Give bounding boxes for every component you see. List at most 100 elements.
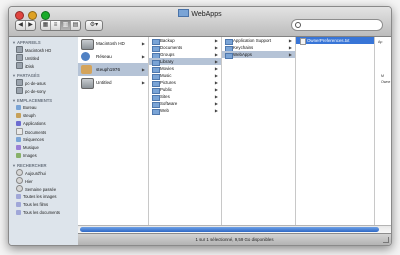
column-2: Backup ▶ Documents ▶ Groups ▶ Library ▶ Movies ▶ M… [149, 37, 222, 245]
column-item-label: Movies [160, 66, 174, 71]
volume-item[interactable]: Réseau ▶ [78, 50, 148, 63]
sidebar-item[interactable]: Tous les films [16, 201, 78, 209]
sidebar-item[interactable]: iDisk [16, 62, 78, 70]
clock-icon [16, 169, 23, 176]
home-icon [16, 113, 21, 118]
column-item[interactable]: OwnerPreferences.txt [296, 37, 374, 45]
back-button[interactable]: ◀ [16, 21, 26, 30]
sidebar-item-label: Aujourd'hui [25, 171, 46, 176]
column-item[interactable]: Application Support ▶ [222, 37, 295, 45]
disclosure-triangle-icon[interactable]: ▼ [12, 98, 16, 103]
search-field[interactable] [291, 19, 383, 31]
sidebar-item[interactable]: Applications [16, 120, 78, 128]
view-icon-button[interactable]: ▦ [41, 21, 51, 30]
chevron-right-icon: ▶ [214, 59, 218, 64]
sidebar-section-header[interactable]: ▼Appareils [12, 40, 78, 45]
volume-item[interactable]: steuph1976 ▶ [78, 63, 148, 76]
column-3: Application Support ▶ Keychains ▶ WebApps ▶ [222, 37, 296, 245]
chevron-right-icon: ▶ [141, 80, 145, 85]
sidebar-item[interactable]: Toutes les images [16, 193, 78, 201]
sidebar-item[interactable]: Documents [16, 128, 78, 136]
sidebar-item[interactable]: Tous les documents [16, 209, 78, 217]
view-column-button[interactable]: ▥ [61, 21, 71, 30]
chevron-right-icon: ▶ [141, 54, 145, 59]
sidebar-item-label: Musique [23, 145, 39, 150]
sidebar-item[interactable]: Hier [16, 177, 78, 185]
action-menu-button[interactable]: ⚙▾ [85, 20, 103, 31]
sidebar-item[interactable]: Macintosh HD [16, 46, 78, 54]
column-item[interactable]: Library ▶ [149, 58, 221, 66]
window-title-text: WebApps [191, 11, 222, 18]
volume-item[interactable]: Macintosh HD ▶ [78, 37, 148, 50]
sidebar-item-label: steuph [23, 113, 36, 118]
sidebar-item-label: Tous les films [23, 202, 49, 207]
sidebar-item[interactable]: Séquences [16, 136, 78, 144]
column-item[interactable]: Sites ▶ [149, 93, 221, 101]
column-item-label: Groups [160, 52, 175, 57]
column-item[interactable]: Software ▶ [149, 100, 221, 108]
disclosure-triangle-icon[interactable]: ▼ [12, 163, 16, 168]
smart-folder-icon [16, 194, 21, 199]
sidebar-item-label: Macintosh HD [25, 48, 52, 53]
computer-icon [16, 79, 23, 86]
column-item-label: Macintosh HD [96, 41, 125, 46]
toolbar: ◀ ▶ ▦ ≡ ▥ ▤ ⚙▾ [15, 20, 103, 31]
sidebar-section-title: Rechercher [16, 163, 47, 168]
column-item[interactable]: Pictures ▶ [149, 79, 221, 87]
sidebar-item[interactable]: pc-de-asus [16, 79, 78, 87]
hd-icon [81, 39, 94, 50]
column-item[interactable]: Backup ▶ [149, 37, 221, 45]
home-icon [81, 65, 92, 74]
sidebar-section-header[interactable]: ▼Emplacements [12, 98, 78, 103]
hd-icon [81, 78, 94, 89]
disclosure-triangle-icon[interactable]: ▼ [12, 40, 16, 45]
column-item[interactable]: Keychains ▶ [222, 44, 295, 52]
sidebar-item[interactable]: Aujourd'hui [16, 169, 78, 177]
hd-icon [16, 46, 23, 53]
chevron-right-icon: ▶ [288, 52, 292, 57]
sidebar-section-title: Emplacements [16, 98, 53, 103]
search-input[interactable] [302, 21, 378, 29]
preview-text: Ap [378, 40, 383, 44]
disclosure-triangle-icon[interactable]: ▼ [12, 73, 16, 78]
sidebar-item[interactable]: steuph [16, 112, 78, 120]
column-item[interactable]: Documents ▶ [149, 44, 221, 52]
column-item[interactable]: Web ▶ [149, 107, 221, 115]
clock-icon [16, 185, 23, 192]
sidebar: ▼Appareils Macintosh HD Untitled iDisk ▼Part… [9, 37, 79, 245]
chevron-right-icon: ▶ [214, 80, 218, 85]
sidebar-section-header[interactable]: ▼Partagés [12, 73, 78, 78]
column-item[interactable]: WebApps ▶ [222, 51, 295, 59]
computer-icon [16, 87, 23, 94]
column-item[interactable]: Public ▶ [149, 86, 221, 94]
sidebar-item[interactable]: Untitled [16, 54, 78, 62]
resize-grip-icon[interactable] [383, 237, 389, 243]
movies-icon [16, 137, 21, 142]
view-cover-button[interactable]: ▤ [71, 21, 80, 30]
sidebar-section-header[interactable]: ▼Rechercher [12, 163, 78, 168]
forward-button[interactable]: ▶ [26, 21, 35, 30]
sidebar-item[interactable]: pc-de-sony [16, 87, 78, 95]
column-item[interactable]: Groups ▶ [149, 51, 221, 59]
column-item[interactable]: Music ▶ [149, 72, 221, 80]
preview-pane: Ap M Owne [375, 37, 391, 245]
preview-text: Owne [381, 80, 391, 84]
volume-item[interactable]: Untitled ▶ [78, 76, 148, 89]
column-4: OwnerPreferences.txt [296, 37, 375, 245]
sidebar-item[interactable]: Semaine passée [16, 185, 78, 193]
sidebar-item-label: Semaine passée [25, 187, 57, 192]
view-list-button[interactable]: ≡ [51, 21, 61, 30]
column-item[interactable]: Movies ▶ [149, 65, 221, 73]
column-item-label: Untitled [96, 80, 112, 85]
sidebar-item-label: Untitled [25, 56, 40, 61]
hd-icon [16, 62, 23, 69]
chevron-right-icon: ▶ [214, 38, 218, 43]
finder-window: WebApps ◀ ▶ ▦ ≡ ▥ ▤ ⚙▾ ▼Appareils Macinto… [8, 6, 392, 246]
sidebar-item[interactable]: Musique [16, 144, 78, 152]
sidebar-item[interactable]: Images [16, 152, 78, 160]
window-title: WebApps [9, 9, 391, 18]
chevron-right-icon: ▶ [141, 41, 145, 46]
sidebar-item-label: Séquences [23, 137, 44, 142]
sidebar-item[interactable]: Bureau [16, 104, 78, 112]
scrollbar-thumb[interactable] [80, 227, 379, 232]
